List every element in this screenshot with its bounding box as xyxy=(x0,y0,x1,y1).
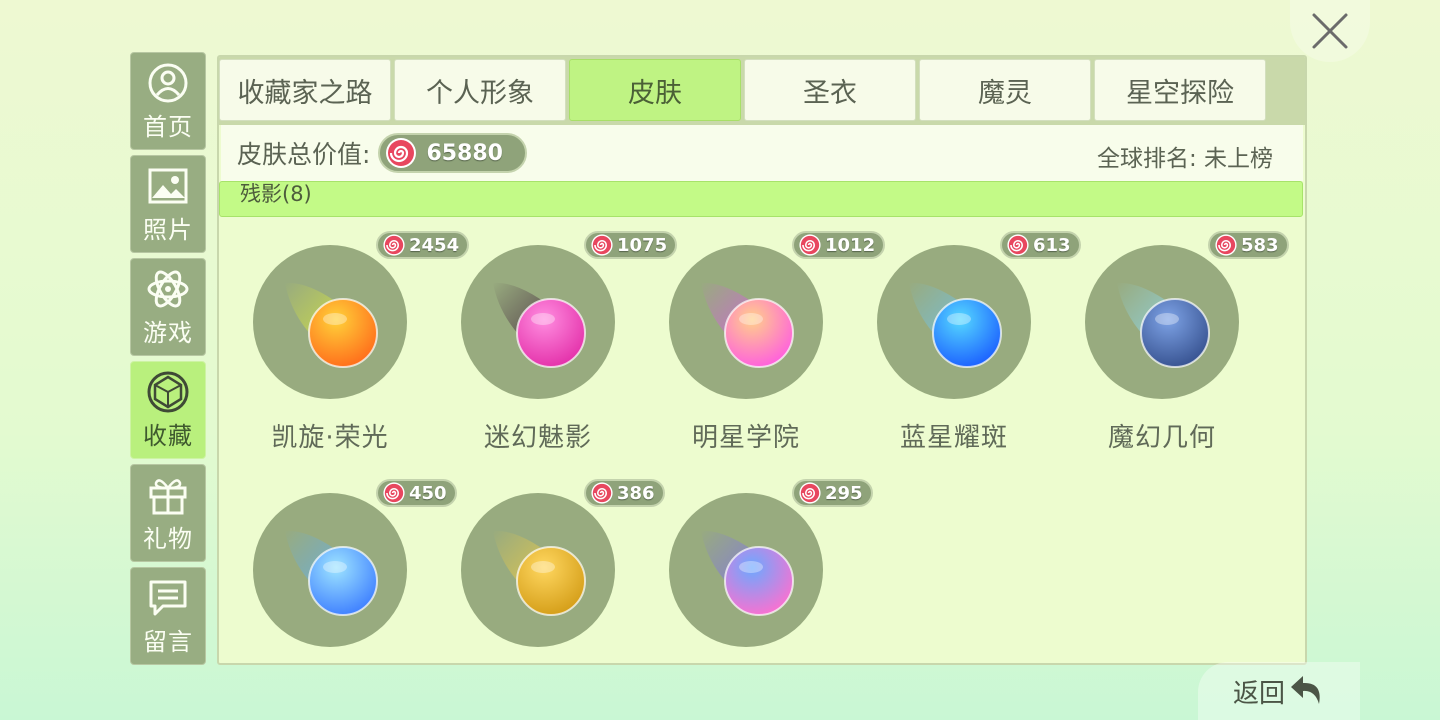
skin-name: 迷幻魅影 xyxy=(483,423,592,453)
skin-orb-icon xyxy=(701,530,794,616)
skin-grid: 2454 凯旋·荣光 1075 迷幻魅影 1012 明星学院 613 蓝星耀斑 583 魔幻几何 4… xyxy=(219,217,1305,663)
sidebar-item-collection[interactable]: 收藏 xyxy=(130,361,206,459)
skin-preview xyxy=(253,493,407,647)
skin-orb-icon xyxy=(493,282,586,368)
skin-name: 魔幻几何 xyxy=(1107,423,1216,453)
skin-item[interactable]: 613 蓝星耀斑 xyxy=(843,217,1081,457)
sidebar-item-gifts[interactable]: 礼物 xyxy=(130,464,206,562)
skin-orb-icon xyxy=(285,530,378,616)
skin-preview xyxy=(669,245,823,399)
close-button[interactable] xyxy=(1290,0,1370,62)
return-arrow-icon xyxy=(1291,676,1320,704)
total-value: 65880 xyxy=(426,140,503,166)
skin-orb-icon xyxy=(701,282,794,368)
summary-row: 皮肤总价值: 65880 全球排名: 未上榜 xyxy=(221,125,1303,181)
skin-name: 凯旋·荣光 xyxy=(271,423,389,453)
total-value-label: 皮肤总价值: xyxy=(237,140,371,169)
sidebar-item-label: 首页 xyxy=(143,112,193,141)
skin-item[interactable]: 295 xyxy=(635,465,873,663)
tab-armor[interactable]: 圣衣 xyxy=(744,59,916,121)
close-icon xyxy=(1312,13,1348,49)
skin-name: 明星学院 xyxy=(691,423,800,453)
tab-profile-image[interactable]: 个人形象 xyxy=(394,59,566,121)
back-label: 返回 xyxy=(1232,678,1285,709)
skin-item[interactable]: 386 xyxy=(427,465,665,663)
message-icon xyxy=(146,576,190,620)
atom-icon xyxy=(146,267,190,311)
photo-icon xyxy=(146,164,190,208)
tabs: 收藏家之路 个人形象 皮肤 圣衣 魔灵 星空探险 xyxy=(219,59,1269,121)
sidebar-item-label: 留言 xyxy=(143,627,193,656)
candy-coin-icon xyxy=(386,138,417,168)
candy-coin-icon xyxy=(591,482,613,504)
collection-panel: 收藏家之路 个人形象 皮肤 圣衣 魔灵 星空探险 皮肤总价值: 65880 全球… xyxy=(217,55,1307,665)
back-button[interactable]: 返回 xyxy=(1198,662,1360,720)
candy-coin-icon xyxy=(383,234,405,256)
skin-value-badge: 583 xyxy=(1208,231,1289,259)
candy-coin-icon xyxy=(1007,234,1029,256)
tab-skins[interactable]: 皮肤 xyxy=(569,59,741,121)
sidebar-item-label: 收藏 xyxy=(143,421,193,450)
candy-coin-icon xyxy=(1215,234,1237,256)
candy-coin-icon xyxy=(799,482,821,504)
tab-collector-road[interactable]: 收藏家之路 xyxy=(219,59,391,121)
global-rank: 全球排名: 未上榜 xyxy=(1096,146,1273,172)
tab-spirits[interactable]: 魔灵 xyxy=(919,59,1091,121)
skin-item[interactable]: 1075 迷幻魅影 xyxy=(427,217,678,457)
skin-preview xyxy=(253,245,407,399)
skin-orb-icon xyxy=(909,282,1002,368)
skin-item[interactable]: 2454 凯旋·荣光 xyxy=(219,217,470,457)
sidebar: 首页 照片 游戏 收藏 礼物 留言 xyxy=(130,52,208,670)
sidebar-item-games[interactable]: 游戏 xyxy=(130,258,206,356)
sidebar-item-photos[interactable]: 照片 xyxy=(130,155,206,253)
skin-orb-icon xyxy=(285,282,378,368)
skin-preview xyxy=(877,245,1031,399)
total-value-badge: 65880 xyxy=(378,133,527,173)
skin-value: 583 xyxy=(1241,234,1279,256)
skin-item[interactable]: 450 xyxy=(219,465,457,663)
skin-item[interactable]: 583 魔幻几何 xyxy=(1051,217,1289,457)
candy-coin-icon xyxy=(799,234,821,256)
skin-orb-icon xyxy=(1117,282,1210,368)
skin-orb-icon xyxy=(493,530,586,616)
tab-star-explore[interactable]: 星空探险 xyxy=(1094,59,1266,121)
gift-icon xyxy=(146,473,190,517)
skin-preview xyxy=(461,245,615,399)
section-header: 残影(8) xyxy=(219,181,1303,217)
sidebar-item-label: 照片 xyxy=(143,215,193,244)
skin-name: 蓝星耀斑 xyxy=(899,423,1008,453)
sidebar-item-label: 礼物 xyxy=(143,524,193,553)
sidebar-item-messages[interactable]: 留言 xyxy=(130,567,206,665)
skin-value: 295 xyxy=(825,482,863,504)
sidebar-item-home[interactable]: 首页 xyxy=(130,52,206,150)
candy-coin-icon xyxy=(591,234,613,256)
home-avatar-icon xyxy=(146,61,190,105)
skin-value-badge: 295 xyxy=(792,479,873,507)
skin-preview xyxy=(1085,245,1239,399)
gem-icon xyxy=(146,370,190,414)
skin-preview xyxy=(461,493,615,647)
skin-item[interactable]: 1012 明星学院 xyxy=(635,217,886,457)
skin-preview xyxy=(669,493,823,647)
sidebar-item-label: 游戏 xyxy=(143,318,193,347)
candy-coin-icon xyxy=(383,482,405,504)
